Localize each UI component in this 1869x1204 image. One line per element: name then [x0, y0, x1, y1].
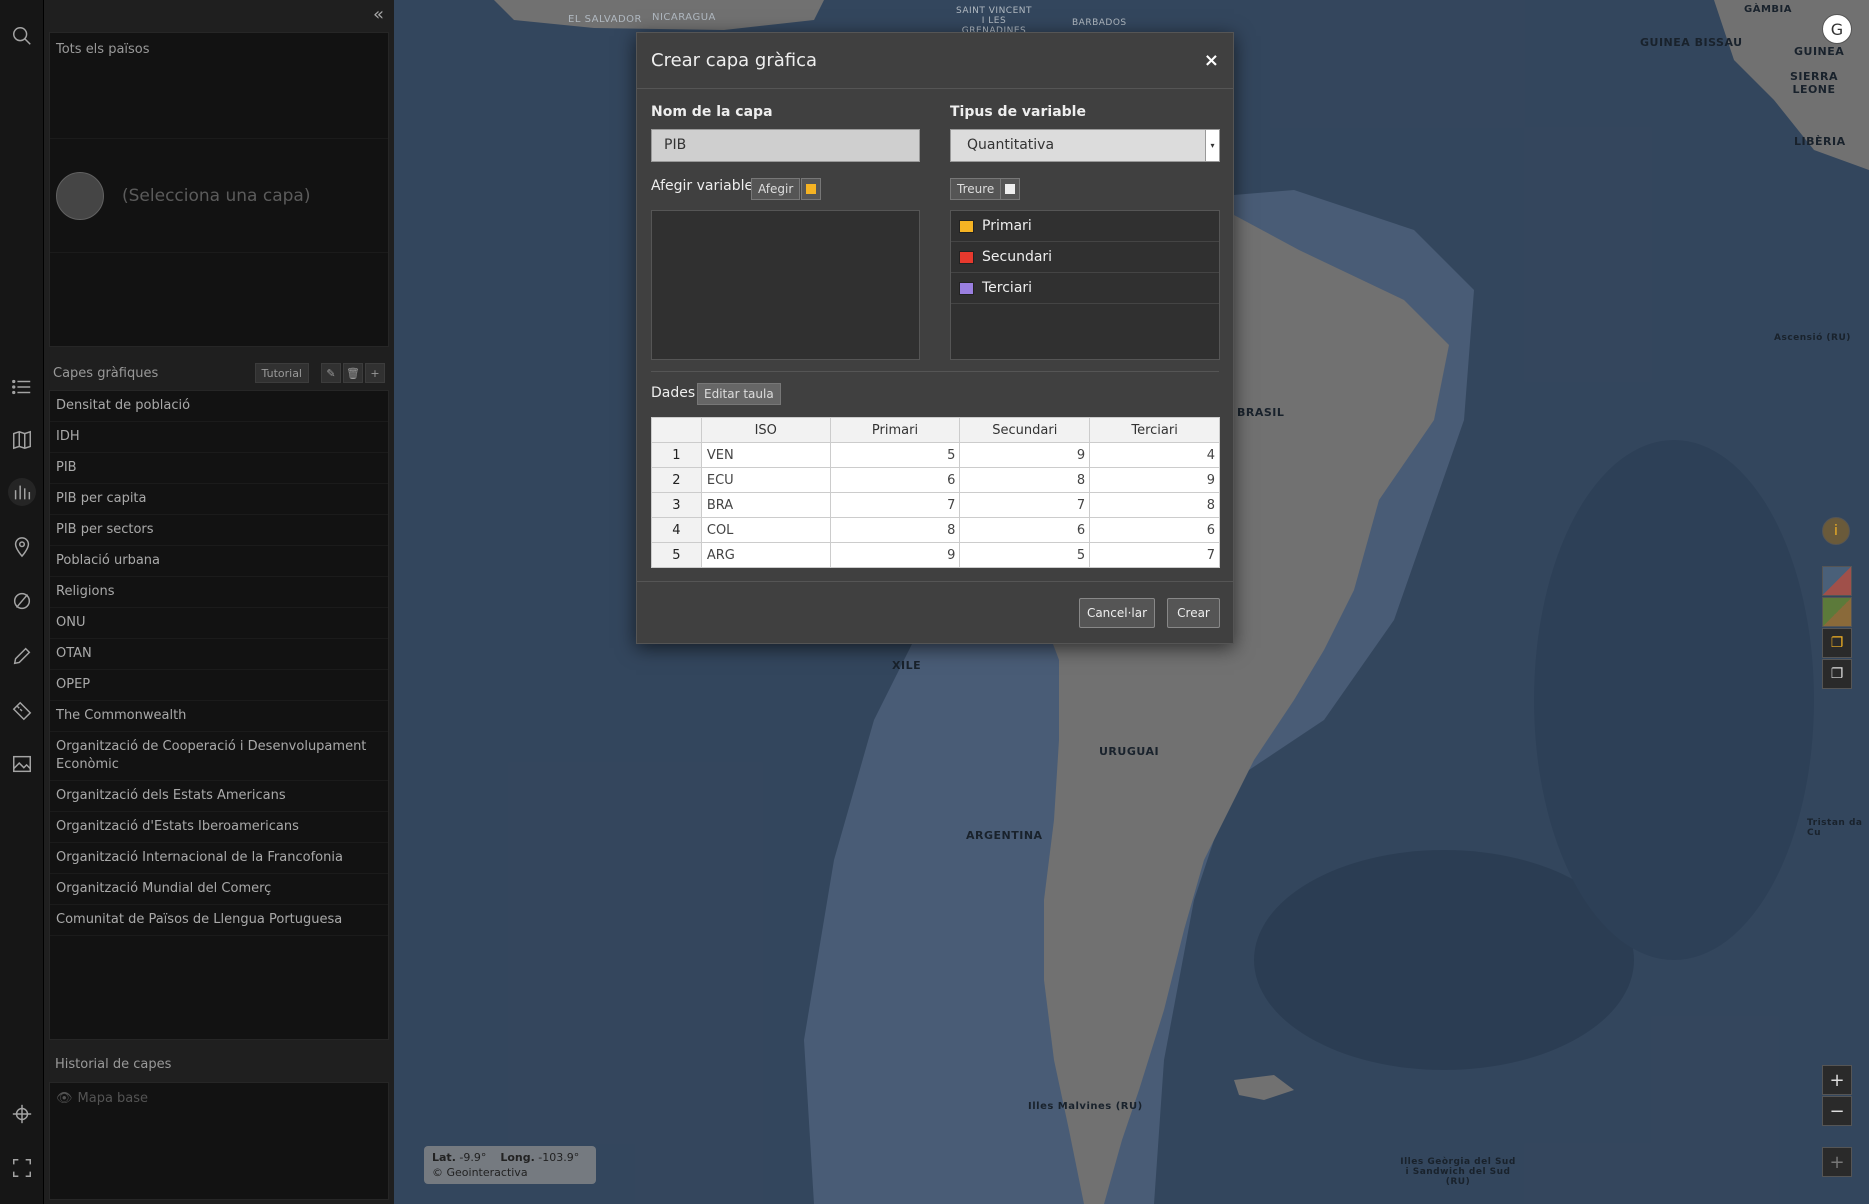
layers-stack-icon[interactable]: ❐ [1822, 628, 1852, 658]
cell[interactable]: 6 [1089, 517, 1220, 543]
map-credit: © Geointeractiva [432, 1166, 528, 1179]
add-swatch-icon[interactable] [801, 178, 821, 200]
variable-item[interactable]: Primari [951, 211, 1219, 242]
dialog-title: Crear capa gràfica [651, 50, 818, 71]
close-icon[interactable]: × [1204, 50, 1219, 71]
basemap-option-physical[interactable] [1822, 597, 1852, 627]
variable-item[interactable]: Secundari [951, 242, 1219, 273]
add-variable-button[interactable]: Afegir [751, 178, 801, 200]
table-row: 1 VEN 5 9 4 [651, 442, 1220, 468]
row-index: 4 [651, 517, 702, 543]
cell[interactable]: COL [700, 517, 831, 543]
swatch-secundari [959, 250, 974, 264]
cell[interactable]: ECU [700, 467, 831, 493]
copy-icon[interactable] [1000, 178, 1020, 200]
layer-name-label: Nom de la capa [651, 104, 773, 120]
coords-readout: Lat. -9.9° Long. -103.9° © Geointeractiv… [424, 1146, 596, 1184]
variable-name: Secundari [982, 249, 1053, 265]
cell[interactable]: 9 [1089, 467, 1220, 493]
divider [651, 371, 1219, 372]
variable-type-select[interactable]: Quantitativa ▾ [950, 129, 1220, 162]
row-index: 2 [651, 467, 702, 493]
cell[interactable]: 9 [829, 542, 961, 568]
edit-table-button[interactable]: Editar taula [697, 383, 781, 405]
column-header: Terciari [1089, 417, 1220, 443]
variable-name: Primari [982, 218, 1032, 234]
table-row: 3 BRA 7 7 8 [651, 492, 1220, 518]
info-icon[interactable]: i [1822, 517, 1850, 545]
cell[interactable]: 8 [959, 467, 1091, 493]
cell[interactable]: VEN [700, 442, 831, 468]
cancel-button[interactable]: Cancel·lar [1079, 598, 1155, 628]
column-header [651, 417, 702, 443]
chevron-down-icon: ▾ [1205, 130, 1219, 161]
variable-name: Terciari [982, 280, 1033, 296]
column-header: Primari [829, 417, 961, 443]
long-label: Long. [500, 1151, 535, 1164]
cell[interactable]: 7 [1089, 542, 1220, 568]
swatch-primari [959, 219, 974, 233]
logo-icon[interactable]: G [1822, 14, 1852, 44]
cell[interactable]: 8 [829, 517, 961, 543]
long-value: -103.9° [538, 1151, 580, 1164]
variable-type-label: Tipus de variable [950, 104, 1086, 120]
create-button[interactable]: Crear [1167, 598, 1220, 628]
row-index: 1 [651, 442, 702, 468]
lat-label: Lat. [432, 1151, 456, 1164]
remove-variable-button[interactable]: Treure [950, 178, 1002, 200]
basemap-option-political[interactable] [1822, 566, 1852, 596]
table-row: 4 COL 8 6 6 [651, 517, 1220, 543]
zoom-in-button[interactable]: + [1822, 1065, 1852, 1095]
cell[interactable]: 5 [829, 442, 961, 468]
zoom-out-button[interactable]: − [1822, 1096, 1852, 1126]
variable-item[interactable]: Terciari [951, 273, 1219, 304]
available-variables-list[interactable] [651, 210, 920, 360]
cell[interactable]: 4 [1089, 442, 1220, 468]
cell[interactable]: 8 [1089, 492, 1220, 518]
add-variable-label: Afegir variable [651, 178, 754, 194]
column-header: Secundari [959, 417, 1091, 443]
table-row: 2 ECU 6 8 9 [651, 467, 1220, 493]
cell[interactable]: 5 [959, 542, 1091, 568]
data-label: Dades [651, 385, 696, 401]
cell[interactable]: 6 [959, 517, 1091, 543]
cell[interactable]: BRA [700, 492, 831, 518]
cell[interactable]: 7 [959, 492, 1091, 518]
crosshair-icon[interactable]: + [1822, 1147, 1852, 1177]
cell[interactable]: 7 [829, 492, 961, 518]
data-table: ISO Primari Secundari Terciari 1 VEN 5 9… [651, 417, 1220, 568]
lat-value: -9.9° [459, 1151, 487, 1164]
layer-name-input[interactable]: PIB [651, 129, 920, 162]
cell[interactable]: ARG [700, 542, 831, 568]
variable-type-value: Quantitativa [967, 137, 1055, 153]
row-index: 3 [651, 492, 702, 518]
copy-icon[interactable]: ❐ [1822, 659, 1852, 689]
create-layer-dialog: Crear capa gràfica × Nom de la capa PIB … [636, 32, 1234, 644]
selected-variables-list: Primari Secundari Terciari [950, 210, 1220, 360]
column-header: ISO [700, 417, 831, 443]
cell[interactable]: 6 [829, 467, 961, 493]
swatch-terciari [959, 281, 974, 295]
table-row: 5 ARG 9 5 7 [651, 542, 1220, 568]
table-header-row: ISO Primari Secundari Terciari [651, 417, 1220, 443]
dialog-footer: Cancel·lar Crear [637, 581, 1233, 643]
cell[interactable]: 9 [959, 442, 1091, 468]
row-index: 5 [651, 542, 702, 568]
dialog-header: Crear capa gràfica × [637, 33, 1233, 89]
